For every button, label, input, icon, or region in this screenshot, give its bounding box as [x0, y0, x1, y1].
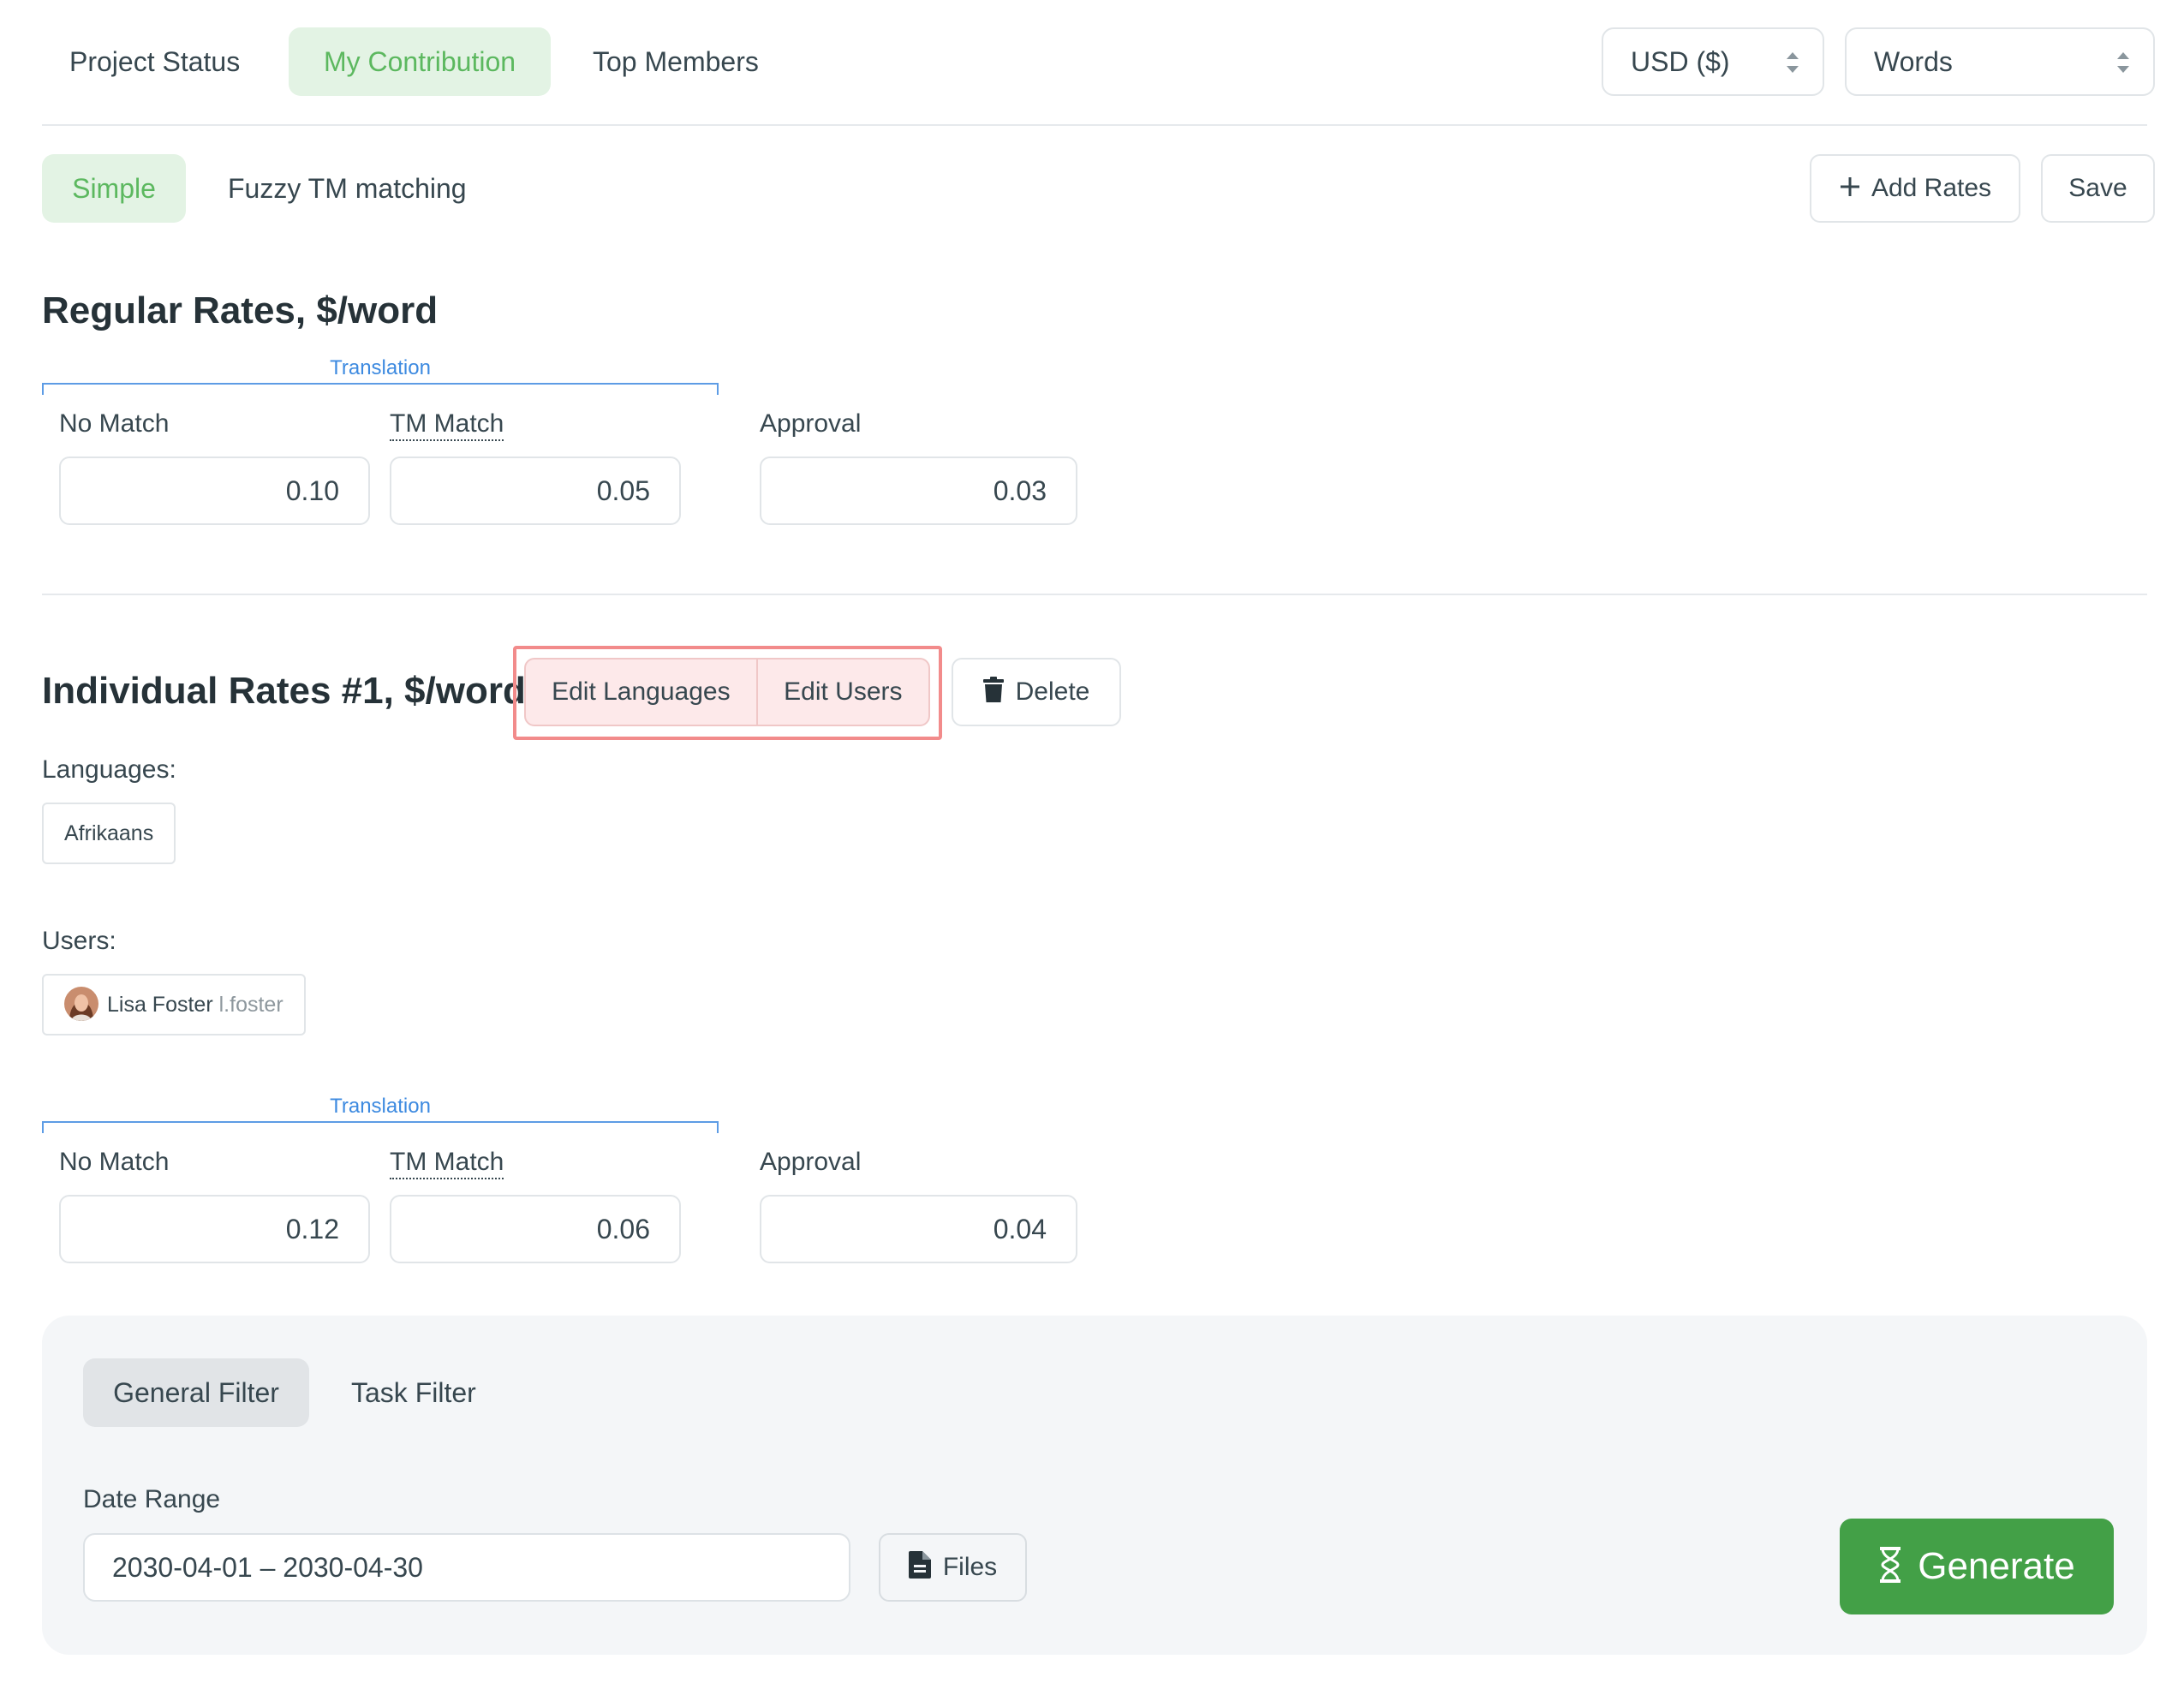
tab-top-members[interactable]: Top Members	[565, 27, 786, 96]
approval-input[interactable]: 0.03	[760, 457, 1077, 525]
currency-select[interactable]: USD ($)	[1602, 27, 1824, 96]
user-chip: Lisa Foster l.foster	[42, 974, 306, 1035]
delete-button[interactable]: Delete	[952, 658, 1121, 726]
divider	[42, 124, 2147, 126]
file-icon	[908, 1551, 931, 1579]
tab-project-status[interactable]: Project Status	[42, 27, 267, 96]
approval-label: Approval	[760, 1148, 862, 1176]
user-name: Lisa Foster	[107, 993, 213, 1017]
unit-select[interactable]: Words	[1845, 27, 2155, 96]
edit-button-group: Edit Languages Edit Users	[524, 658, 930, 726]
sort-arrows-icon	[2117, 52, 2129, 73]
tm-match-input[interactable]: 0.05	[390, 457, 681, 525]
user-username: l.foster	[218, 993, 283, 1017]
no-match-input[interactable]: 0.12	[59, 1195, 370, 1263]
tm-match-label: TM Match	[390, 409, 504, 441]
plus-icon	[1840, 177, 1859, 197]
files-button[interactable]: Files	[879, 1533, 1027, 1602]
sort-arrows-icon	[1787, 52, 1799, 73]
users-label: Users:	[42, 927, 116, 955]
tab-my-contribution[interactable]: My Contribution	[289, 27, 551, 96]
date-range-label: Date Range	[83, 1485, 221, 1513]
edit-languages-button[interactable]: Edit Languages	[526, 659, 756, 725]
no-match-label: No Match	[59, 409, 170, 438]
language-chip: Afrikaans	[42, 803, 176, 864]
generate-button[interactable]: Generate	[1840, 1519, 2114, 1614]
add-rates-label: Add Rates	[1871, 174, 1992, 202]
generate-label: Generate	[1918, 1545, 2075, 1587]
tab-simple[interactable]: Simple	[42, 154, 186, 223]
no-match-label: No Match	[59, 1148, 170, 1176]
files-label: Files	[942, 1553, 998, 1581]
add-rates-button[interactable]: Add Rates	[1810, 154, 2020, 223]
avatar	[64, 987, 98, 1022]
date-range-input[interactable]: 2030-04-01 – 2030-04-30	[83, 1533, 850, 1602]
trash-icon	[982, 677, 1004, 703]
unit-select-value: Words	[1874, 46, 1953, 77]
tab-fuzzy-tm-matching[interactable]: Fuzzy TM matching	[200, 154, 494, 223]
edit-users-button[interactable]: Edit Users	[755, 659, 928, 725]
save-button[interactable]: Save	[2041, 154, 2155, 223]
approval-label: Approval	[760, 409, 862, 438]
approval-input[interactable]: 0.04	[760, 1195, 1077, 1263]
divider	[42, 594, 2147, 595]
translation-group-bracket	[42, 1121, 719, 1133]
tab-task-filter[interactable]: Task Filter	[324, 1358, 504, 1427]
tm-match-input[interactable]: 0.06	[390, 1195, 681, 1263]
delete-label: Delete	[1015, 677, 1090, 706]
currency-select-value: USD ($)	[1631, 46, 1730, 77]
translation-group-bracket	[42, 383, 719, 395]
no-match-input[interactable]: 0.10	[59, 457, 370, 525]
languages-label: Languages:	[42, 755, 176, 784]
tab-general-filter[interactable]: General Filter	[83, 1358, 309, 1427]
translation-group-label: Translation	[330, 356, 431, 379]
individual-rates-title: Individual Rates #1, $/word	[42, 670, 526, 712]
hourglass-icon	[1880, 1547, 1901, 1584]
translation-group-label: Translation	[330, 1095, 431, 1118]
tm-match-label: TM Match	[390, 1148, 504, 1179]
regular-rates-title: Regular Rates, $/word	[42, 289, 439, 331]
